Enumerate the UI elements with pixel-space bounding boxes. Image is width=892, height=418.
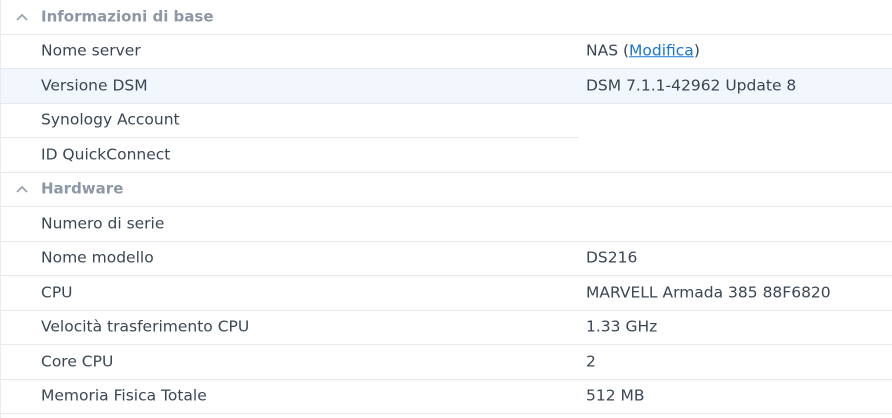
row-cpu: CPU MARVELL Armada 385 88F6820 [1, 276, 892, 311]
serial-number-label: Numero di serie [41, 214, 165, 232]
edit-server-name-link[interactable]: Modifica [629, 42, 694, 60]
section-title-basic-info: Informazioni di base [41, 7, 214, 26]
memory-value: 512 MB [586, 386, 645, 405]
server-name-value: NAS (Modifica) [586, 41, 700, 60]
info-panel: Informazioni di base Nome server NAS (Mo… [0, 0, 892, 418]
row-memory: Memoria Fisica Totale 512 MB [1, 380, 892, 414]
synology-account-label: Synology Account [41, 110, 180, 129]
row-server-name: Nome server NAS (Modifica) [1, 35, 892, 69]
row-dsm-version[interactable]: Versione DSM DSM 7.1.1-42962 Update 8 [1, 69, 892, 104]
cpu-label: CPU [41, 283, 73, 301]
chevron-up-icon[interactable] [15, 10, 29, 24]
dsm-version-value: DSM 7.1.1-42962 Update 8 [586, 76, 797, 94]
chevron-up-icon[interactable] [15, 182, 29, 196]
server-name-text: NAS ( [586, 41, 630, 60]
cpu-value: MARVELL Armada 385 88F6820 [586, 283, 831, 301]
model-name-value: DS216 [586, 248, 638, 267]
cpu-clock-value: 1.33 GHz [586, 317, 658, 336]
dsm-version-label: Versione DSM [41, 76, 148, 94]
cpu-cores-label: Core CPU [41, 352, 114, 370]
memory-label: Memoria Fisica Totale [41, 386, 207, 405]
section-header-basic-info[interactable]: Informazioni di base [1, 0, 892, 35]
row-cpu-clock: Velocità trasferimento CPU 1.33 GHz [1, 311, 892, 345]
server-name-suffix: ) [693, 41, 700, 60]
row-serial-number: Numero di serie [1, 207, 892, 242]
cpu-clock-label: Velocità trasferimento CPU [41, 317, 250, 336]
section-title-hardware: Hardware [41, 179, 124, 198]
quickconnect-id-label: ID QuickConnect [41, 145, 171, 163]
model-name-label: Nome modello [41, 248, 154, 267]
row-model-name: Nome modello DS216 [1, 242, 892, 276]
section-header-hardware[interactable]: Hardware [1, 173, 892, 207]
row-synology-account: Synology Account [1, 104, 892, 138]
server-name-label: Nome server [41, 41, 141, 60]
cpu-cores-value: 2 [586, 352, 596, 370]
row-cpu-cores: Core CPU 2 [1, 345, 892, 380]
row-quickconnect-id: ID QuickConnect [1, 138, 892, 173]
